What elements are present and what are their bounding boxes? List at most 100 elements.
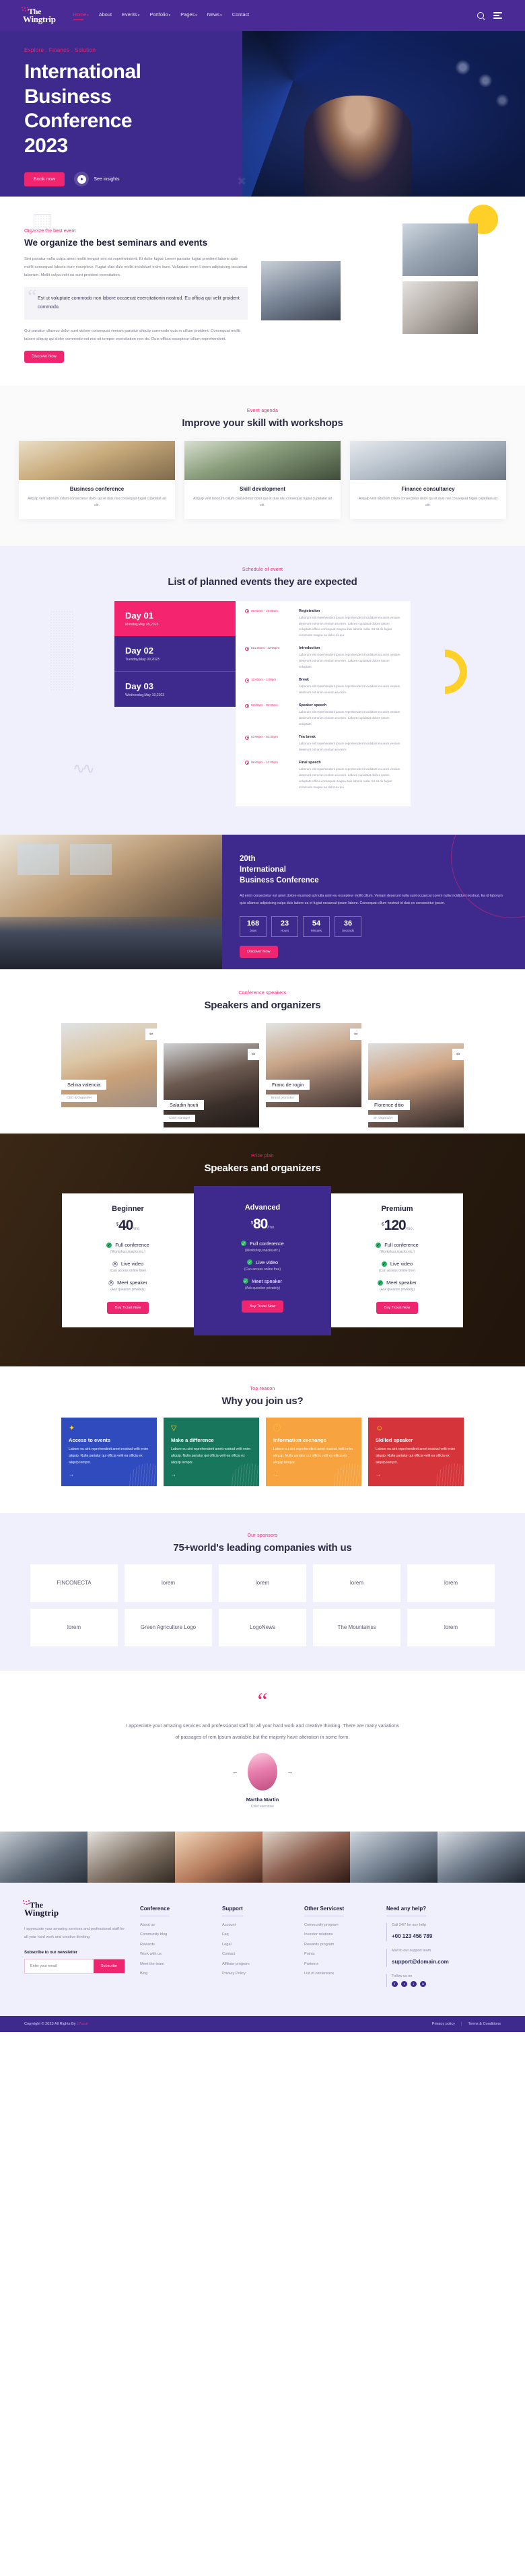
- feature-card-make-a-difference[interactable]: ▽ Make a difference Labore eu sint repre…: [164, 1417, 259, 1486]
- prev-arrow-icon[interactable]: ←: [232, 1768, 238, 1775]
- day-date: Wednesday,May 10,2023: [125, 693, 165, 697]
- gallery-image[interactable]: [0, 1831, 88, 1883]
- check-icon: ✓: [106, 1242, 112, 1249]
- search-icon[interactable]: [477, 12, 484, 19]
- buy-ticket-button[interactable]: Buy Ticket Now: [376, 1302, 419, 1315]
- gallery-image[interactable]: [350, 1831, 438, 1883]
- agenda-time: 03:00pm - 03:30pm: [251, 735, 278, 739]
- organize-quote-text: Est ut voluptate commodo non labore occa…: [38, 295, 240, 310]
- speaker-photo: ⇦ Saladin houti Chief manager: [164, 1043, 259, 1127]
- footer-link[interactable]: Rewards program: [304, 1943, 372, 1947]
- footer-link[interactable]: Community blog: [140, 1933, 207, 1937]
- feature-card-skilled-speaker[interactable]: ☺ Skilled speaker Labore eu sint reprehe…: [368, 1417, 464, 1486]
- site-logo[interactable]: The Wingtrip: [22, 6, 56, 24]
- speaker-card[interactable]: ⇦ Saladin houti Chief manager: [164, 1043, 259, 1127]
- plan-period: /mo: [267, 1225, 275, 1230]
- footer-link[interactable]: Contact: [222, 1952, 289, 1956]
- next-arrow-icon[interactable]: →: [287, 1768, 293, 1775]
- twitter-icon[interactable]: t: [401, 1980, 407, 1987]
- footer-link[interactable]: About us: [140, 1923, 207, 1927]
- countdown-timer: 168 Days 23 Hours 54 Minutes 36 Seconds: [240, 915, 508, 937]
- footer-link[interactable]: Points: [304, 1952, 372, 1956]
- share-icon[interactable]: ⇦: [145, 1028, 157, 1040]
- see-insights-label: See insights: [94, 176, 120, 182]
- workshop-card[interactable]: Finance consultancy Aliquip velit laboru…: [350, 441, 506, 519]
- workshop-card[interactable]: Business conference Aliquip velit laboru…: [19, 441, 175, 519]
- menu-burger-icon[interactable]: [493, 12, 502, 19]
- countdown-seconds-label: Seconds: [342, 929, 354, 933]
- schedule-day-tab-3[interactable]: Day 03 Wednesday,May 10,2023: [114, 670, 236, 707]
- footer-link[interactable]: Account: [222, 1923, 289, 1927]
- footer-link[interactable]: Investor relations: [304, 1933, 372, 1937]
- nav-item-portfolio[interactable]: Portfolio▾: [149, 11, 170, 20]
- feature-sub: (Workshop,snacks,etc.): [110, 1250, 146, 1255]
- footer-link[interactable]: Work with us: [140, 1952, 207, 1956]
- share-icon[interactable]: ⇦: [248, 1048, 259, 1060]
- schedule-day-tab-1[interactable]: Day 01 Monday,May 08,2023: [114, 600, 236, 636]
- buy-ticket-button[interactable]: Buy Ticket Now: [241, 1300, 284, 1313]
- hero-content: Explore . Finance . Solution Internation…: [0, 31, 269, 187]
- feature-card-access-to-events[interactable]: ✦ Access to events Labore eu sint repreh…: [61, 1417, 157, 1486]
- newsletter-subscribe-button[interactable]: Subscribe: [94, 1959, 125, 1973]
- terms-conditions-link[interactable]: Terms & Conditions: [468, 2022, 501, 2026]
- feature-card-information-exchange[interactable]: ⓘ Information exchange Labore eu sint re…: [266, 1417, 361, 1486]
- gallery-image[interactable]: [88, 1831, 175, 1883]
- nav-item-pages[interactable]: Pages▾: [180, 11, 197, 20]
- arrow-right-icon[interactable]: →: [273, 1471, 279, 1477]
- footer-link[interactable]: Legal: [222, 1943, 289, 1947]
- instagram-icon[interactable]: i: [411, 1980, 417, 1987]
- footer-link[interactable]: Community program: [304, 1923, 372, 1927]
- footer-link[interactable]: Blog: [140, 1972, 207, 1976]
- day-name: Day 01: [125, 610, 153, 621]
- buy-ticket-button[interactable]: Buy Ticket Now: [106, 1302, 149, 1315]
- schedule-day-tab-2[interactable]: Day 02 Tuesday,May 09,2023: [114, 635, 236, 671]
- footer-email[interactable]: support@domain.com: [392, 1959, 449, 1965]
- workshop-image: [19, 441, 175, 481]
- linkedin-icon[interactable]: in: [420, 1980, 426, 1987]
- nav-item-events[interactable]: Events▾: [122, 11, 139, 20]
- facebook-icon[interactable]: f: [392, 1980, 398, 1987]
- workshop-card[interactable]: Skill development Aliquip velit laborum …: [184, 441, 341, 519]
- footer-link[interactable]: Affiliate program: [222, 1962, 289, 1966]
- speaker-card[interactable]: ⇦ Franc de rogin Brand promotor: [266, 1022, 361, 1107]
- footer-link[interactable]: Rewards: [140, 1943, 207, 1947]
- footer-link[interactable]: Partners: [304, 1962, 372, 1966]
- share-icon[interactable]: ⇦: [350, 1028, 361, 1040]
- agenda-title: Registration: [299, 608, 320, 613]
- gallery-image[interactable]: [262, 1831, 350, 1883]
- nav-item-home[interactable]: Home▾: [73, 11, 89, 20]
- gallery-image[interactable]: [175, 1831, 262, 1883]
- speaker-card[interactable]: ⇦ Florence ditio Sr. Organizer: [368, 1043, 464, 1127]
- footer-link[interactable]: Faq: [222, 1933, 289, 1937]
- arrow-right-icon[interactable]: →: [69, 1471, 74, 1477]
- logo-dots-icon: [22, 6, 29, 14]
- speaker-card[interactable]: ⇦ Selina valencia CEO & Organizer: [61, 1022, 157, 1107]
- play-icon[interactable]: [74, 172, 90, 187]
- workshop-text: Aliquip velit laborum cillum consectetur…: [28, 497, 166, 508]
- footer-link[interactable]: Meet the team: [140, 1962, 207, 1966]
- privacy-policy-link[interactable]: Privacy policy: [432, 2022, 455, 2026]
- countdown-discover-button[interactable]: Discover Now: [240, 945, 278, 958]
- newsletter-email-input[interactable]: [25, 1959, 94, 1973]
- testimonial-author-name: Martha Martin: [246, 1796, 279, 1803]
- share-icon[interactable]: ⇦: [452, 1048, 464, 1060]
- footer-link[interactable]: Privacy Policy: [222, 1972, 289, 1976]
- footer-logo[interactable]: The Wingtrip: [23, 1900, 125, 1917]
- nav-item-news[interactable]: News▾: [207, 11, 222, 20]
- agenda-item: 08:00pm - 10:00pm Final speech Laborum el…: [245, 761, 401, 791]
- plan-feature: ✓ Full conference (Workshop,snacks,etc.): [205, 1241, 320, 1253]
- gallery-image[interactable]: [438, 1831, 525, 1883]
- see-insights-action[interactable]: See insights: [74, 172, 120, 187]
- copyright-brand[interactable]: 17ucai: [77, 2022, 88, 2026]
- footer-phone[interactable]: +00 123 456 789: [392, 1933, 432, 1939]
- pricing-card-beginner: Beginner $40/mo ✓ Full conference (Worksh…: [62, 1193, 194, 1328]
- book-now-button[interactable]: Book now: [24, 172, 65, 186]
- nav-item-about[interactable]: About: [99, 11, 112, 20]
- organize-image-2: [261, 261, 341, 320]
- nav-item-contact[interactable]: Contact: [232, 11, 249, 20]
- arrow-right-icon[interactable]: →: [376, 1471, 381, 1477]
- footer-link[interactable]: List of conference: [304, 1972, 372, 1976]
- organize-discover-button[interactable]: Discover Now: [24, 351, 65, 363]
- arrow-right-icon[interactable]: →: [171, 1471, 176, 1477]
- speaker-photo: ⇦ Florence ditio Sr. Organizer: [368, 1043, 464, 1127]
